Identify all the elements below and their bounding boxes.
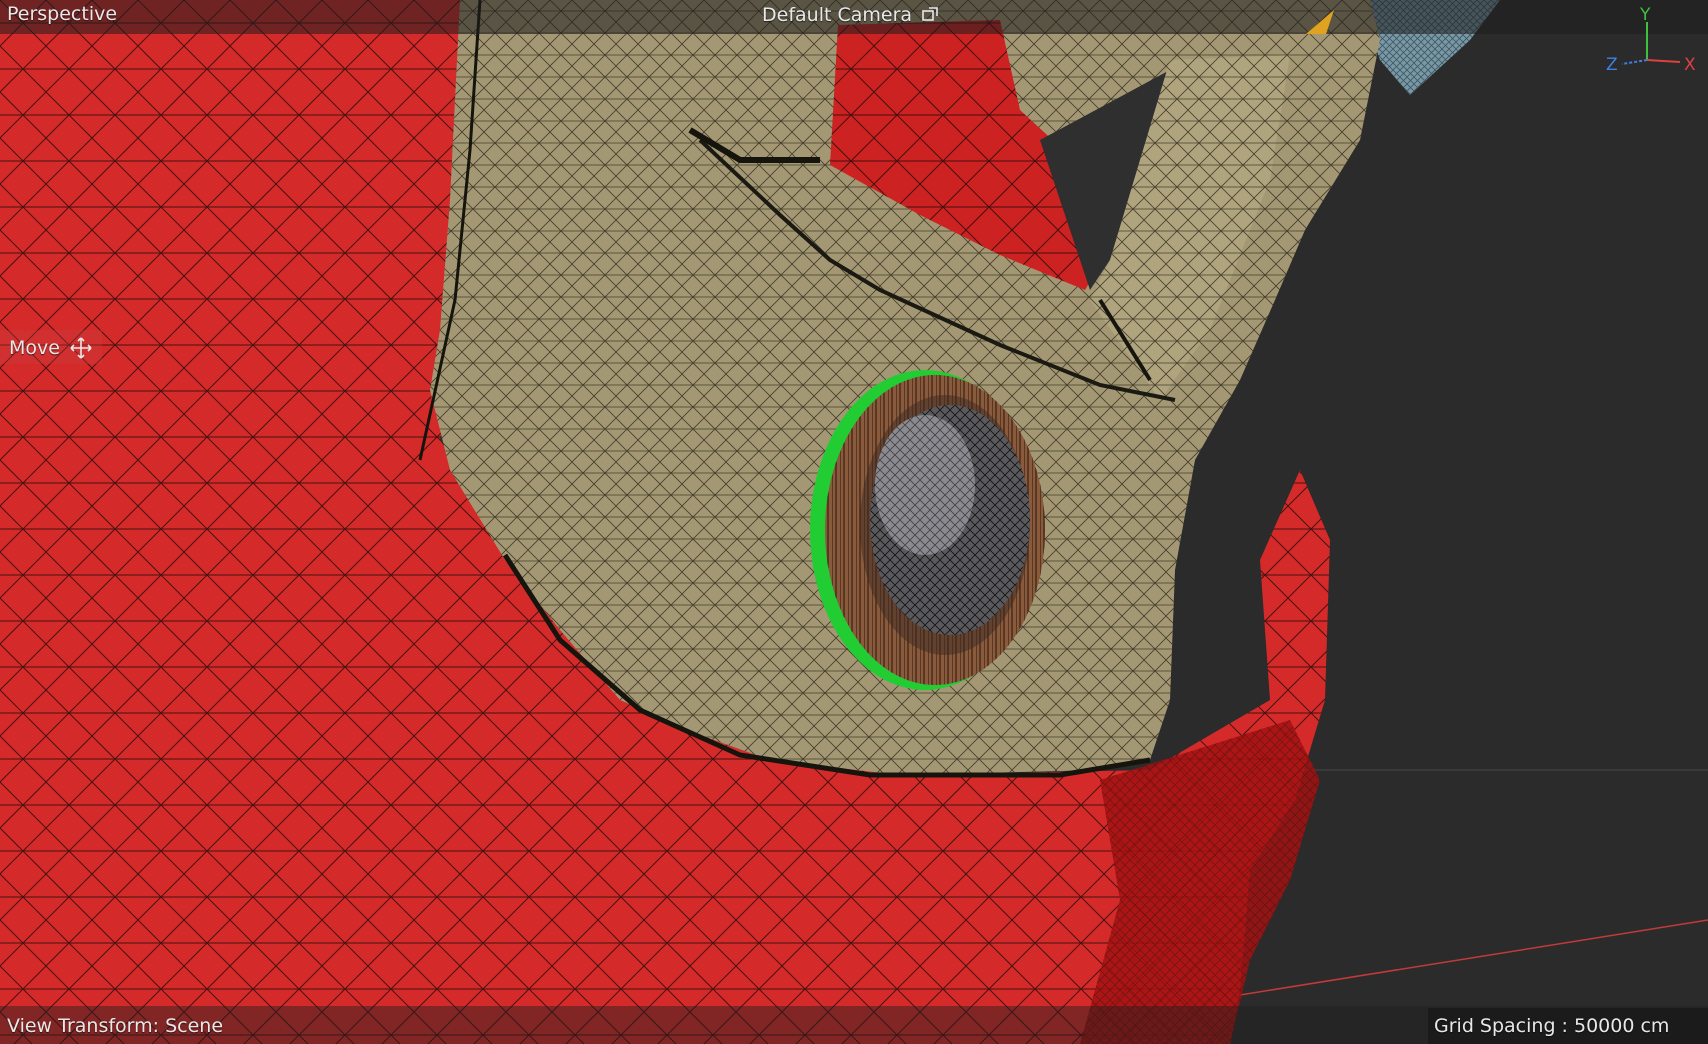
move-arrows-icon [70,337,92,359]
view-transform-label: View Transform: Scene [7,1015,224,1037]
x-axis-label: X [1684,55,1696,75]
z-axis-line [1621,59,1648,65]
x-axis-line [1646,59,1681,63]
z-axis-label: Z [1606,55,1618,75]
y-axis-label: Y [1639,5,1651,25]
3d-viewport[interactable]: Perspective Default Camera Move View Tra… [0,0,1708,1044]
active-tool-indicator[interactable]: Move [7,337,94,359]
view-projection-label[interactable]: Perspective [7,5,117,24]
active-tool-label: Move [9,336,60,359]
view-orientation-marker-icon [1306,10,1334,34]
viewport-scene[interactable] [0,0,1708,1044]
grid-spacing-label: Grid Spacing : 50000 cm [1434,1015,1670,1037]
camera-name-label: Default Camera [762,3,913,26]
camera-link-icon[interactable] [920,5,940,25]
camera-selector[interactable]: Default Camera [762,5,940,25]
axis-gizmo[interactable]: Y X Z [1600,2,1700,78]
